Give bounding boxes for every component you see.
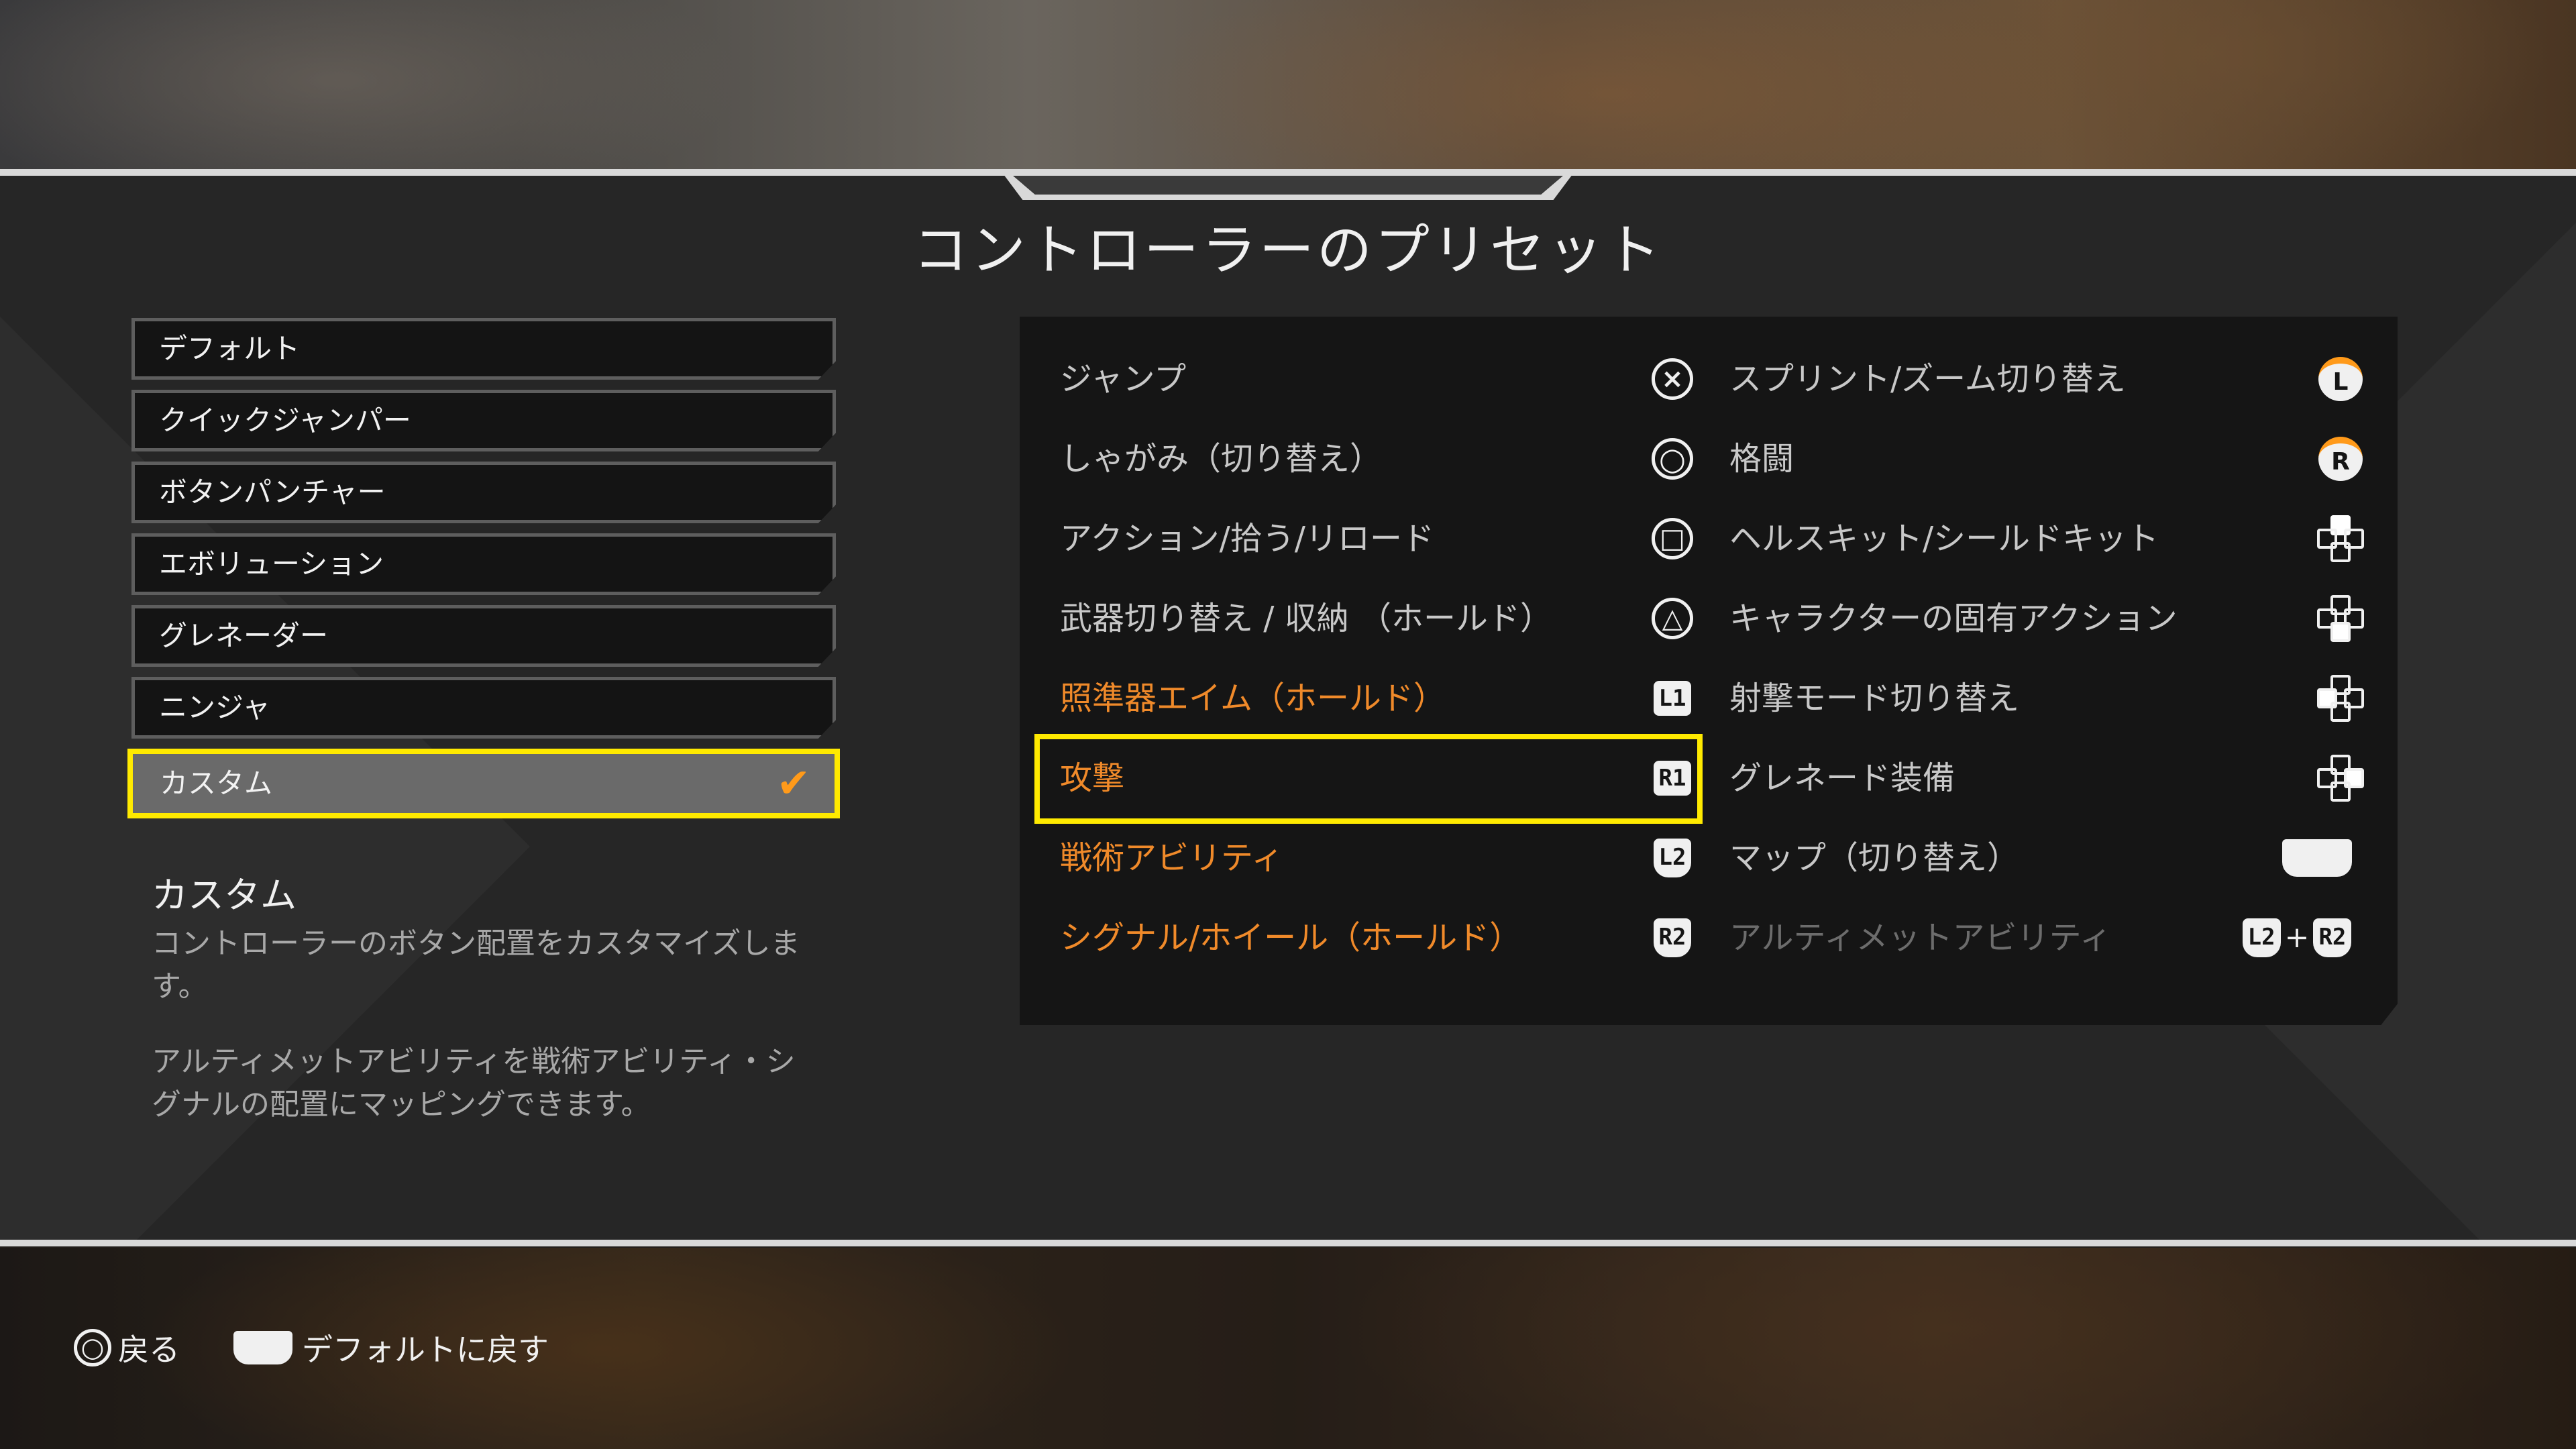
circle-button-icon: ○ — [1649, 435, 1696, 482]
right-stick-press-icon: R — [2317, 435, 2364, 482]
binding-action: スプリント/ズーム切り替え — [1729, 360, 2126, 398]
binding-row-interact[interactable]: アクション/拾う/リロード □ — [1060, 499, 1717, 578]
preset-item-button-puncher[interactable]: ボタンパンチャー — [131, 462, 836, 523]
dpad-icon — [2317, 755, 2364, 802]
binding-action: ヘルスキット/シールドキット — [1729, 520, 2159, 557]
preset-label: グレネーダー — [159, 619, 329, 652]
cross-button-icon: × — [1649, 356, 1696, 402]
preset-label: エボリューション — [159, 547, 384, 580]
reset-label: デフォルトに戻す — [302, 1332, 549, 1368]
preset-item-ninja[interactable]: ニンジャ — [131, 677, 836, 739]
preset-item-custom[interactable]: カスタム ✔ — [127, 749, 840, 818]
preset-label: クイックジャンパー — [159, 404, 411, 437]
page-title: コントローラーのプリセット — [912, 219, 1663, 282]
binding-row-sprint[interactable]: スプリント/ズーム切り替え L — [1729, 339, 2373, 419]
footer-prompts: ○ 戻る デフォルトに戻す — [74, 1326, 602, 1370]
binding-action: キャラクターの固有アクション — [1729, 600, 2178, 637]
binding-row-fire-mode[interactable]: 射撃モード切り替え — [1729, 659, 2373, 738]
binding-action: ジャンプ — [1060, 360, 1187, 398]
square-button-icon: □ — [1649, 515, 1696, 562]
binding-action: グレネード装備 — [1729, 759, 1955, 797]
preset-item-quick-jumper[interactable]: クイックジャンパー — [131, 390, 836, 451]
reset-default-button[interactable]: デフォルトに戻す — [233, 1326, 549, 1370]
binding-row-grenade[interactable]: グレネード装備 — [1729, 739, 2373, 818]
binding-action: アルティメットアビリティ — [1729, 919, 2112, 957]
binding-action: 攻撃 — [1060, 759, 1125, 797]
binding-row-fire[interactable]: 攻撃 R1 — [1060, 739, 1717, 818]
binding-row-weapon-swap[interactable]: 武器切り替え / 収納 （ホールド） △ — [1060, 579, 1717, 658]
r2-trigger-icon: R2 — [1649, 914, 1696, 961]
binding-action: シグナル/ホイール（ホールド） — [1060, 919, 1522, 957]
binding-action: アクション/拾う/リロード — [1060, 520, 1434, 557]
binding-action: 格闘 — [1729, 440, 1794, 478]
binding-row-tactical[interactable]: 戦術アビリティ L2 — [1060, 818, 1717, 898]
binding-action: マップ（切り替え） — [1729, 839, 2020, 877]
touchpad-icon — [2270, 835, 2364, 881]
binding-row-map[interactable]: マップ（切り替え） — [1729, 818, 2373, 898]
preset-label: ニンジャ — [159, 691, 270, 724]
binding-row-crouch[interactable]: しゃがみ（切り替え） ○ — [1060, 419, 1717, 498]
dpad-icon — [2317, 595, 2364, 642]
left-stick-press-icon: L — [2317, 356, 2364, 402]
binding-action: 照準器エイム（ホールド） — [1060, 680, 1446, 717]
binding-row-heal[interactable]: ヘルスキット/シールドキット — [1729, 499, 2373, 578]
l2-trigger-icon: L2 — [1649, 835, 1696, 881]
binding-row-ping[interactable]: シグナル/ホイール（ホールド） R2 — [1060, 898, 1717, 977]
binding-action: しゃがみ（切り替え） — [1060, 440, 1383, 478]
preset-description: カスタム コントローラーのボタン配置をカスタマイズします。 アルティメットアビリ… — [152, 865, 816, 1126]
checkmark-icon: ✔ — [776, 760, 810, 807]
preset-list: デフォルト クイックジャンパー ボタンパンチャー エボリューション グレネーダー… — [127, 318, 840, 828]
binding-row-melee[interactable]: 格闘 R — [1729, 419, 2373, 498]
preset-item-default[interactable]: デフォルト — [131, 318, 836, 380]
binding-action: 武器切り替え / 収納 （ホールド） — [1060, 600, 1552, 637]
binding-row-ultimate[interactable]: アルティメットアビリティ L2 + R2 — [1729, 898, 2373, 977]
background-scenery-top — [0, 0, 2576, 173]
binding-action: 射撃モード切り替え — [1729, 680, 2020, 717]
circle-button-icon: ○ — [74, 1329, 111, 1366]
l1-button-icon: L1 — [1649, 675, 1696, 722]
preset-label: ボタンパンチャー — [159, 476, 386, 508]
preset-label: デフォルト — [159, 332, 301, 365]
l2-r2-combo-icon: L2 + R2 — [2230, 914, 2364, 961]
touchpad-icon — [233, 1331, 292, 1364]
dpad-icon — [2317, 515, 2364, 562]
description-title: カスタム — [152, 874, 297, 916]
preset-item-grenadier[interactable]: グレネーダー — [131, 605, 836, 667]
preset-item-evolution[interactable]: エボリューション — [131, 533, 836, 595]
back-label: 戻る — [118, 1332, 180, 1368]
description-text: コントローラーのボタン配置をカスタマイズします。 — [152, 926, 800, 1004]
binding-action: 戦術アビリティ — [1060, 839, 1284, 877]
binding-row-character-action[interactable]: キャラクターの固有アクション — [1729, 579, 2373, 658]
binding-row-aim[interactable]: 照準器エイム（ホールド） L1 — [1060, 659, 1717, 738]
r1-button-icon: R1 — [1649, 755, 1696, 802]
description-note: アルティメットアビリティを戦術アビリティ・シグナルの配置にマッピングできます。 — [152, 1044, 796, 1122]
back-button[interactable]: ○ 戻る — [74, 1326, 180, 1370]
dpad-icon — [2317, 675, 2364, 722]
triangle-button-icon: △ — [1649, 595, 1696, 642]
preset-label: カスタム — [160, 767, 273, 800]
binding-row-jump[interactable]: ジャンプ × — [1060, 339, 1717, 419]
